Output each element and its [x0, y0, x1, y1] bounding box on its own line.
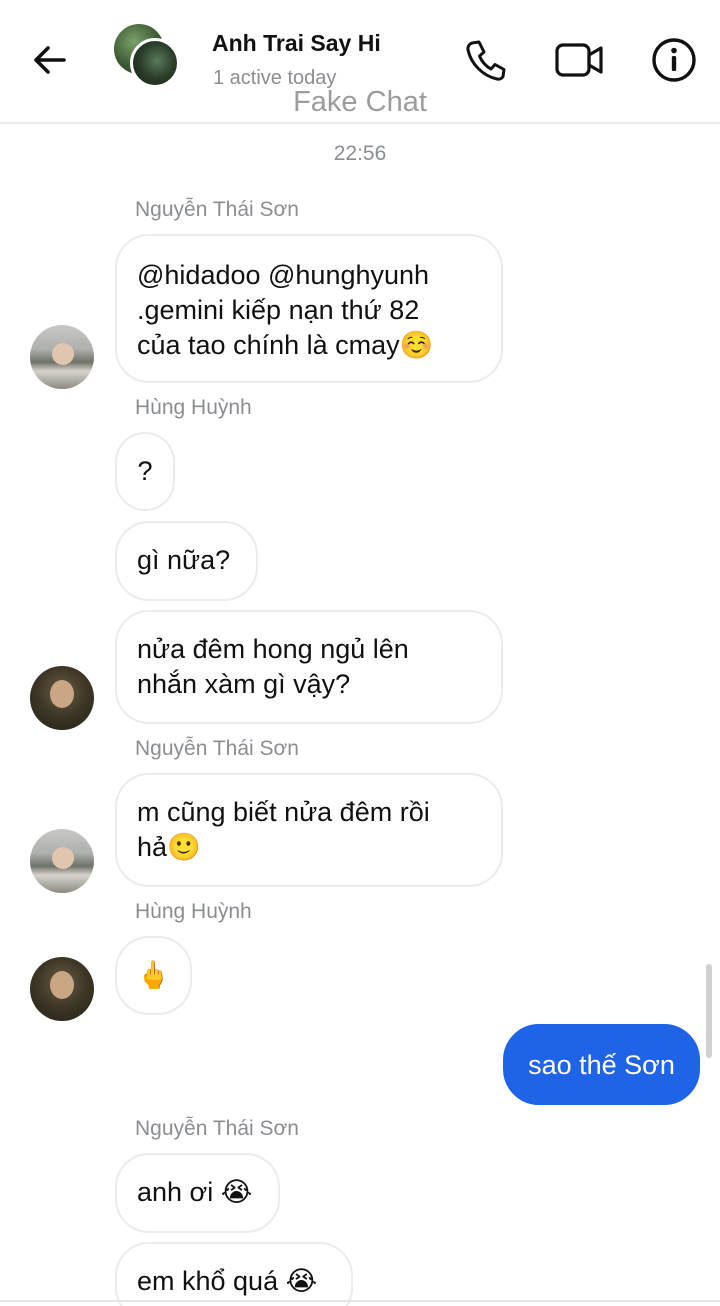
- sender-name: Hùng Huỳnh: [135, 900, 252, 923]
- message-text: m cũng biết nửa đêm rồi hả🙂: [137, 797, 430, 862]
- message-text: em khổ quá 😭: [137, 1266, 318, 1296]
- sender-name: Nguyễn Thái Sơn: [135, 737, 299, 760]
- message-timestamp: 22:56: [333, 142, 387, 165]
- info-button[interactable]: [650, 36, 698, 84]
- video-camera-icon: [555, 43, 603, 77]
- scrollbar[interactable]: [706, 964, 712, 1058]
- sender-name: Nguyễn Thái Sơn: [135, 1117, 299, 1140]
- message-bubble[interactable]: ?: [115, 432, 175, 511]
- message-bubble[interactable]: em khổ quá 😭: [115, 1242, 353, 1306]
- divider: [0, 1300, 720, 1302]
- avatar-nguyen-thai-son[interactable]: [30, 325, 94, 389]
- message-text: nửa đêm hong ngủ lên nhắn xàm gì vậy?: [137, 634, 409, 699]
- avatar-hung-huynh[interactable]: [30, 666, 94, 730]
- video-call-button[interactable]: [554, 36, 606, 84]
- message-text: gì nữa?: [137, 545, 231, 575]
- message-text: ?: [137, 456, 153, 486]
- message-bubble[interactable]: m cũng biết nửa đêm rồi hả🙂: [115, 773, 503, 887]
- message-text: @hidadoo @hunghyunh .gemini kiếp nạn thứ…: [137, 260, 434, 360]
- phone-icon: [466, 40, 506, 81]
- outgoing-message-bubble[interactable]: sao thế Sơn: [503, 1024, 700, 1105]
- sender-name: Nguyễn Thái Sơn: [135, 198, 299, 221]
- message-bubble[interactable]: gì nữa?: [115, 521, 258, 601]
- message-text: anh ơi 😭: [137, 1177, 253, 1207]
- info-circle-icon: [652, 38, 696, 82]
- call-button[interactable]: [462, 36, 510, 84]
- chat-title[interactable]: Anh Trai Say Hi: [212, 30, 381, 57]
- group-avatar-photo-2: [130, 38, 180, 88]
- back-button[interactable]: [28, 38, 72, 82]
- chat-header: Anh Trai Say Hi 1 active today Fake Chat: [0, 0, 720, 124]
- message-bubble[interactable]: @hidadoo @hunghyunh .gemini kiếp nạn thứ…: [115, 234, 503, 383]
- message-bubble[interactable]: anh ơi 😭: [115, 1153, 280, 1233]
- arrow-left-icon: [34, 46, 66, 74]
- message-text: sao thế Sơn: [528, 1050, 675, 1080]
- group-avatar[interactable]: [114, 24, 184, 92]
- avatar-nguyen-thai-son[interactable]: [30, 829, 94, 893]
- sender-name: Hùng Huỳnh: [135, 396, 252, 419]
- watermark: Fake Chat: [293, 86, 427, 118]
- message-text: 🖕: [136, 960, 171, 990]
- message-bubble[interactable]: 🖕: [115, 936, 192, 1015]
- avatar-hung-huynh[interactable]: [30, 957, 94, 1021]
- message-bubble[interactable]: nửa đêm hong ngủ lên nhắn xàm gì vậy?: [115, 610, 503, 724]
